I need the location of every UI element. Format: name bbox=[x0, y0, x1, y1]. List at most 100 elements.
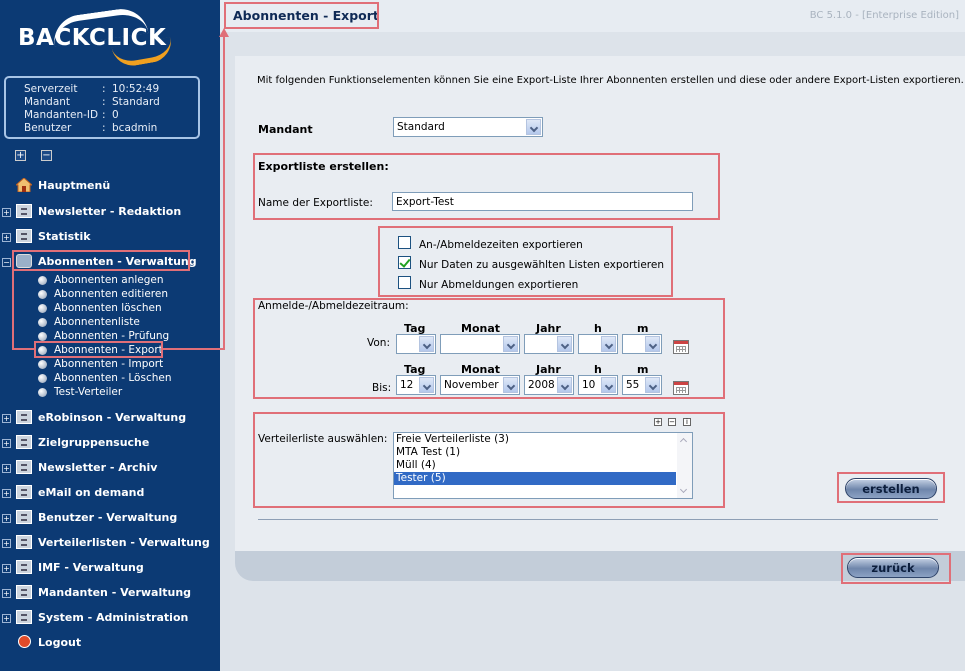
server-info-box: Serverzeit:10:52:49 Mandant: Standard Man… bbox=[4, 76, 200, 139]
list-item[interactable]: Müll (4) bbox=[394, 459, 676, 472]
bis-jahr-select[interactable]: 2008 bbox=[524, 375, 574, 395]
cabinet-icon bbox=[16, 229, 32, 243]
nav-verteilerlisten-verwaltung[interactable]: + Verteilerlisten - Verwaltung bbox=[0, 533, 220, 553]
expand-icon[interactable]: + bbox=[2, 564, 11, 573]
nav-imf-verwaltung[interactable]: + IMF - Verwaltung bbox=[0, 558, 220, 578]
checkbox-label: An-/Abmeldezeiten exportieren bbox=[419, 239, 583, 251]
logo-text: BACKCLICK bbox=[18, 25, 167, 51]
expand-icon[interactable]: + bbox=[2, 539, 11, 548]
expand-icon[interactable]: + bbox=[2, 233, 11, 242]
nav-label: Abonnenten - Verwaltung bbox=[38, 255, 197, 268]
list-item[interactable]: Freie Verteilerliste (3) bbox=[394, 433, 676, 446]
mandant-label: Mandant bbox=[24, 96, 71, 108]
von-h-select[interactable] bbox=[578, 334, 618, 354]
expand-all-button[interactable]: + bbox=[15, 150, 26, 161]
list-minus-icon[interactable]: − bbox=[668, 418, 676, 426]
mandant-select[interactable]: Standard bbox=[393, 117, 543, 137]
nav-benutzer-verwaltung[interactable]: + Benutzer - Verwaltung bbox=[0, 508, 220, 528]
expand-icon[interactable]: + bbox=[2, 439, 11, 448]
subnav-label: Abonnenten editieren bbox=[54, 288, 169, 300]
backclick-logo[interactable]: BACKCLICK bbox=[18, 5, 178, 70]
checkbox-nur-ausgewaehlte-listen[interactable] bbox=[398, 256, 411, 269]
nav-zielgruppensuche[interactable]: + Zielgruppensuche bbox=[0, 433, 220, 453]
users-folder-icon bbox=[16, 254, 32, 268]
bis-h-select[interactable]: 10 bbox=[578, 375, 618, 395]
subnav-label: Abonnenten - Prüfung bbox=[54, 330, 170, 342]
chevron-down-icon bbox=[526, 119, 541, 135]
nav-logout[interactable]: Logout bbox=[0, 633, 220, 653]
mandanten-id-value: 0 bbox=[112, 109, 119, 121]
subnav-label: Test-Verteiler bbox=[54, 386, 123, 398]
nav-label: Benutzer - Verwaltung bbox=[38, 511, 178, 524]
bis-m-select[interactable]: 55 bbox=[622, 375, 662, 395]
checkbox-nur-abmeldungen[interactable] bbox=[398, 276, 411, 289]
list-plus-icon[interactable]: + bbox=[654, 418, 662, 426]
checkbox-anabmeldezeiten[interactable] bbox=[398, 236, 411, 249]
expand-icon[interactable]: + bbox=[2, 464, 11, 473]
expand-icon[interactable]: + bbox=[2, 208, 11, 217]
von-tag-select[interactable] bbox=[396, 334, 436, 354]
collapse-all-button[interactable]: − bbox=[41, 150, 52, 161]
cabinet-icon bbox=[16, 585, 32, 599]
zurueck-button[interactable]: zurück bbox=[847, 557, 939, 578]
serverzeit-label: Serverzeit bbox=[24, 83, 78, 95]
expand-icon[interactable]: + bbox=[2, 589, 11, 598]
von-label: Von: bbox=[367, 337, 390, 349]
nav-newsletter-archiv[interactable]: + Newsletter - Archiv bbox=[0, 458, 220, 478]
list-item-selected[interactable]: Tester (5) bbox=[394, 472, 676, 485]
bis-tag-select[interactable]: 12 bbox=[396, 375, 436, 395]
cabinet-icon bbox=[16, 535, 32, 549]
checkbox-label: Nur Daten zu ausgewählten Listen exporti… bbox=[419, 259, 665, 271]
expand-icon[interactable]: + bbox=[2, 414, 11, 423]
calendar-icon[interactable] bbox=[673, 340, 689, 354]
subnav-label: Abonnenten - Import bbox=[54, 358, 164, 370]
subnav-label: Abonnenten löschen bbox=[54, 302, 162, 314]
nav-system-administration[interactable]: + System - Administration bbox=[0, 608, 220, 628]
bullet-icon bbox=[38, 276, 47, 285]
erstellen-button[interactable]: erstellen bbox=[845, 478, 937, 499]
bullet-icon bbox=[38, 374, 47, 383]
nav-erobinson-verwaltung[interactable]: + eRobinson - Verwaltung bbox=[0, 408, 220, 428]
subnav-label: Abonnentenliste bbox=[54, 316, 140, 328]
listbox-scrollbar[interactable] bbox=[677, 433, 692, 498]
benutzer-value: bcadmin bbox=[112, 122, 158, 134]
zeitraum-label: Anmelde-/Abmeldezeitraum: bbox=[258, 300, 409, 312]
calendar-icon[interactable] bbox=[673, 381, 689, 395]
subnav-label: Abonnenten - Export bbox=[54, 344, 163, 356]
nav-label: Hauptmenü bbox=[38, 179, 111, 192]
nav-newsletter-redaktion[interactable]: + Newsletter - Redaktion bbox=[0, 202, 220, 222]
expand-icon[interactable]: + bbox=[2, 489, 11, 498]
collapse-icon[interactable]: − bbox=[2, 258, 11, 267]
nav-hauptmenue[interactable]: Hauptmenü bbox=[0, 176, 220, 196]
nav-mandanten-verwaltung[interactable]: + Mandanten - Verwaltung bbox=[0, 583, 220, 603]
nav-label: Statistik bbox=[38, 230, 91, 243]
von-m-select[interactable] bbox=[622, 334, 662, 354]
list-info-icon[interactable]: i bbox=[683, 418, 691, 426]
nav-statistik[interactable]: + Statistik bbox=[0, 227, 220, 247]
list-item[interactable]: MTA Test (1) bbox=[394, 446, 676, 459]
bis-monat-select[interactable]: November bbox=[440, 375, 520, 395]
cabinet-icon bbox=[16, 204, 32, 218]
nav-label: System - Administration bbox=[38, 611, 189, 624]
nav-email-on-demand[interactable]: + eMail on demand bbox=[0, 483, 220, 503]
cabinet-icon bbox=[16, 485, 32, 499]
expand-icon[interactable]: + bbox=[2, 514, 11, 523]
von-jahr-select[interactable] bbox=[524, 334, 574, 354]
divider bbox=[258, 519, 938, 520]
bis-monat-value: November bbox=[444, 379, 499, 391]
annotation-line bbox=[12, 271, 14, 349]
version-label: BC 5.1.0 - [Enterprise Edition] bbox=[809, 10, 959, 21]
exportname-input[interactable]: Export-Test bbox=[392, 192, 693, 211]
von-monat-select[interactable] bbox=[440, 334, 520, 354]
chevron-down-icon bbox=[645, 336, 660, 352]
chevron-down-icon bbox=[601, 377, 616, 393]
chevron-down-icon bbox=[601, 336, 616, 352]
separator: : bbox=[102, 109, 106, 121]
serverzeit-value: 10:52:49 bbox=[112, 83, 160, 95]
nav-abonnenten-verwaltung[interactable]: − Abonnenten - Verwaltung bbox=[0, 252, 220, 272]
chevron-down-icon bbox=[503, 377, 518, 393]
chevron-down-icon bbox=[557, 336, 572, 352]
exportname-label: Name der Exportliste: bbox=[258, 197, 373, 209]
expand-icon[interactable]: + bbox=[2, 614, 11, 623]
verteiler-listbox[interactable]: Freie Verteilerliste (3) MTA Test (1) Mü… bbox=[393, 432, 693, 499]
